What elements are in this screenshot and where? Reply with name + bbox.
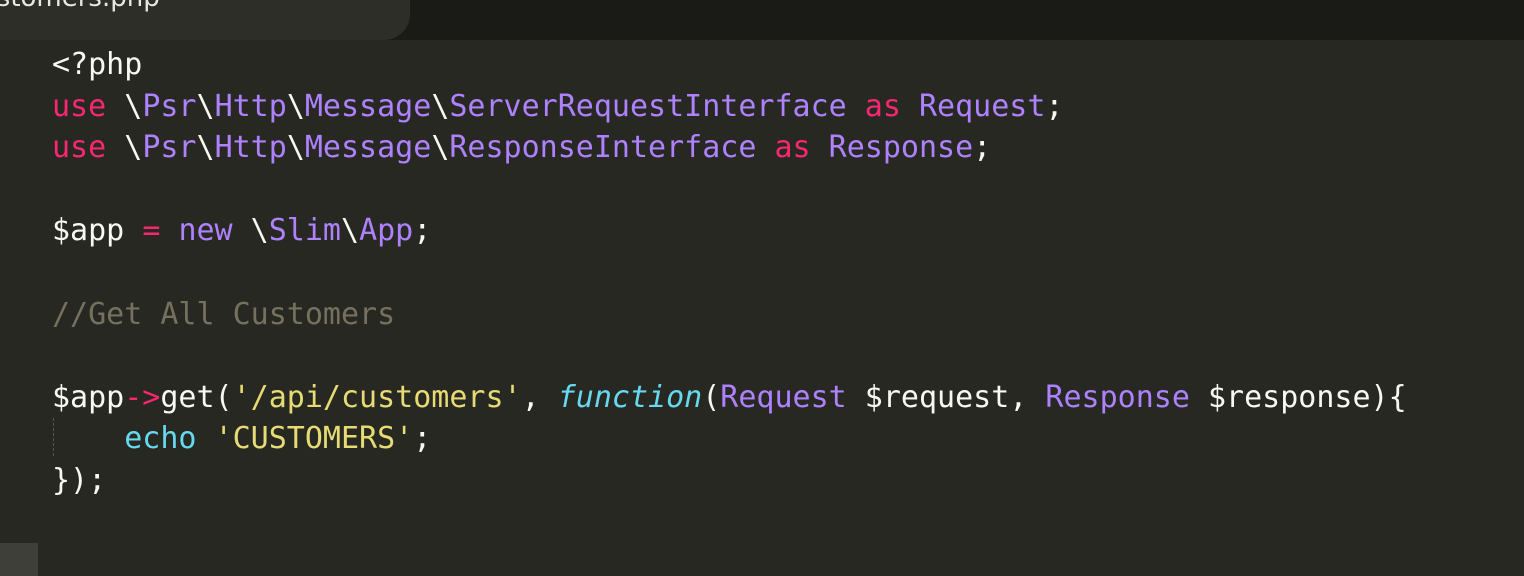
code-token: //Get All Customers (52, 296, 396, 332)
code-token: ; (973, 130, 992, 166)
code-token: Message (304, 88, 432, 124)
current-line-marker (0, 543, 38, 576)
code-token: use (52, 88, 107, 124)
code-line[interactable]: echo 'CUSTOMERS'; (0, 418, 1524, 460)
code-line[interactable]: //Get All Customers (0, 294, 1524, 336)
code-token: ( (702, 379, 721, 415)
code-token: \ (286, 130, 305, 166)
tab-customers-php[interactable]: customers.php × (0, 0, 410, 40)
tab-bar: customers.php × (0, 0, 1524, 40)
code-line[interactable]: $app->get('/api/customers', function(Req… (0, 377, 1524, 419)
code-token: function (557, 379, 703, 415)
tab-title: customers.php (0, 0, 160, 13)
code-token: ; (1045, 88, 1064, 124)
code-token: ; (413, 421, 432, 457)
code-token: Request (720, 379, 847, 415)
code-line[interactable] (0, 335, 1524, 377)
code-token: ; (413, 213, 432, 249)
code-token: Http (214, 88, 287, 124)
code-token: }); (52, 462, 107, 498)
code-token: <?php (52, 47, 143, 82)
code-token: \ (286, 88, 305, 124)
code-token: '/api/customers' (232, 379, 522, 415)
code-token: Request (918, 88, 1046, 124)
code-token: -> (124, 379, 161, 415)
code-line[interactable]: }); (0, 460, 1524, 502)
code-line[interactable]: <?php (0, 44, 1524, 86)
code-token: echo (124, 421, 197, 457)
code-line[interactable] (0, 502, 1524, 544)
code-editor[interactable]: <?php use \Psr\Http\Message\ServerRequest… (0, 40, 1524, 576)
code-line[interactable]: use \Psr\Http\Message\ResponseInterface … (0, 127, 1524, 169)
code-token: $app (52, 213, 125, 249)
code-token: get( (160, 379, 233, 415)
code-line[interactable]: use \Psr\Http\Message\ServerRequestInter… (0, 86, 1524, 128)
code-token: \ (196, 130, 215, 166)
code-token: , (521, 379, 558, 415)
code-line[interactable]: $app = new \Slim\App; (0, 210, 1524, 252)
code-token: $request, (846, 379, 1046, 415)
code-token: \ (106, 88, 143, 124)
code-token: \ (106, 130, 143, 166)
code-token: App (359, 213, 414, 249)
editor-window: customers.php × <?phpuse \Psr\Http\Messa… (0, 0, 1524, 576)
code-token: Message (304, 130, 432, 166)
code-line[interactable] (0, 169, 1524, 211)
code-token: as (864, 88, 901, 124)
code-token: ResponseInterface (449, 130, 757, 166)
code-token: \ (431, 88, 450, 124)
code-token: as (774, 130, 811, 166)
code-token: Slim (268, 213, 341, 249)
code-token: \ (196, 88, 215, 124)
code-token: Psr (142, 130, 197, 166)
code-token: $app (52, 379, 125, 415)
code-token: \ (341, 213, 360, 249)
code-line[interactable] (0, 252, 1524, 294)
tab-close-icon[interactable]: × (308, 0, 326, 7)
code-token: Psr (142, 88, 197, 124)
code-token: \ (232, 213, 269, 249)
code-token: $response){ (1189, 379, 1407, 415)
code-token: = (142, 213, 161, 249)
code-token: use (52, 130, 107, 166)
code-token: Http (214, 130, 287, 166)
code-token: Response (1045, 379, 1190, 415)
code-area[interactable]: <?php use \Psr\Http\Message\ServerRequest… (0, 44, 1524, 543)
code-token: new (178, 213, 233, 249)
code-token: ServerRequestInterface (449, 88, 847, 124)
code-token: 'CUSTOMERS' (214, 421, 414, 457)
code-token: \ (431, 130, 450, 166)
code-token: Response (828, 130, 974, 166)
